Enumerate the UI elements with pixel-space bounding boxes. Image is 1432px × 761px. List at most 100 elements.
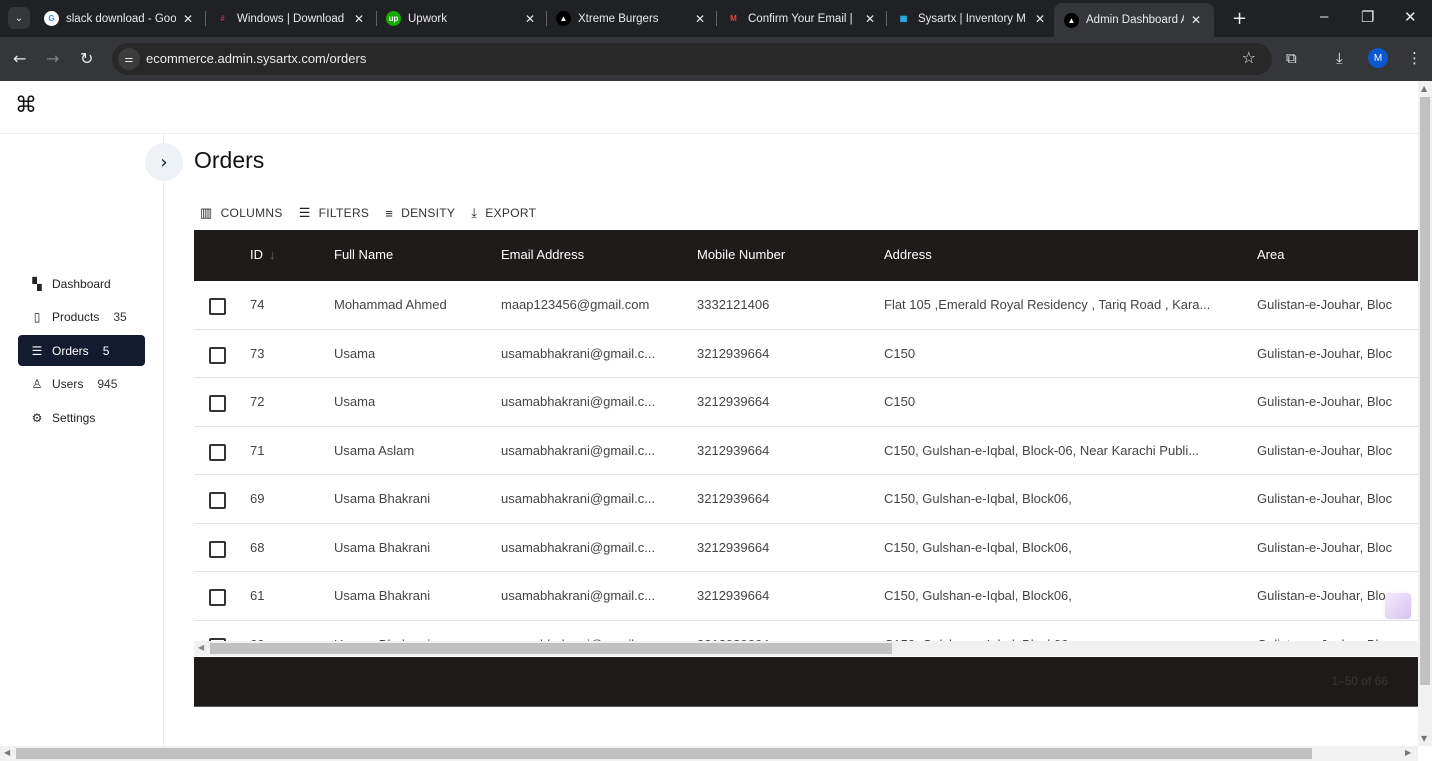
cell-mobile: 3212939664 — [697, 345, 770, 361]
browser-tab[interactable]: ▲ Xtreme Burgers ✕ — [556, 5, 708, 32]
close-tab-icon[interactable]: ✕ — [1188, 13, 1204, 27]
browser-tab[interactable]: Gslack download - Goo ✕ — [44, 5, 196, 32]
column-header-full-name[interactable]: Full Name — [334, 247, 393, 262]
scroll-down-icon[interactable]: ▼ — [1421, 734, 1427, 743]
table-horizontal-scrollbar[interactable]: ◀ — [194, 641, 1418, 656]
back-button[interactable]: ← — [13, 49, 26, 68]
filters-button[interactable]: ☰ FILTERS — [299, 205, 370, 221]
cell-area: Gulistan-e-Jouhar, Bloc — [1257, 491, 1393, 506]
cell-email: usamabhakrani@gmail.c... — [501, 345, 656, 361]
sidebar-toggle-button[interactable]: › — [145, 143, 183, 181]
vertical-scroll-thumb[interactable] — [1420, 97, 1430, 685]
table-scroll-thumb[interactable] — [210, 643, 892, 654]
gmail-icon: M — [730, 14, 737, 23]
table-row[interactable]: 74 Mohammad Ahmed maap123456@gmail.com 3332… — [194, 281, 1418, 330]
close-tab-icon[interactable]: ✕ — [1032, 12, 1048, 26]
close-tab-icon[interactable]: ✕ — [862, 12, 878, 26]
table-row[interactable]: 68 Usama Bhakrani usamabhakrani@gmail.c...… — [194, 524, 1418, 572]
forward-button[interactable]: → — [46, 49, 59, 68]
tab-title: Admin Dashboard Ap — [1086, 14, 1184, 26]
row-checkbox[interactable] — [209, 395, 226, 412]
scroll-up-icon[interactable]: ▲ — [1421, 84, 1427, 93]
sidebar-item-orders[interactable]: ☰ Orders 5 — [18, 335, 145, 367]
scroll-left-icon[interactable]: ◀ — [198, 643, 204, 652]
columns-button[interactable]: ▥ COLUMNS — [200, 205, 283, 221]
cell-mobile: 3212939664 — [697, 442, 770, 458]
app-logo-icon[interactable]: ⌘ — [15, 93, 37, 118]
table-row[interactable]: 61 Usama Bhakrani usamabhakrani@gmail.c...… — [194, 572, 1418, 621]
extensions-icon[interactable]: ⧉ — [1286, 49, 1297, 67]
cell-mobile: 3212939664 — [697, 491, 770, 506]
row-checkbox[interactable] — [209, 443, 226, 461]
browser-tab[interactable]: ▦ Sysartx | Inventory M ✕ — [896, 5, 1048, 32]
cell-email: maap123456@gmail.com — [501, 297, 650, 312]
chevron-right-icon: › — [160, 151, 168, 173]
browser-tab-bar: ⌄ Gslack download - Goo ✕ # Windows | Downl… — [0, 0, 1432, 37]
page-horizontal-scrollbar[interactable]: ◀ ▶ — [0, 746, 1418, 761]
row-checkbox[interactable] — [209, 589, 226, 606]
reload-button[interactable]: ↻ — [80, 49, 93, 68]
table-row[interactable]: 69 Usama Bhakrani usamabhakrani@gmail.c...… — [194, 475, 1418, 524]
sidebar-item-settings[interactable]: ⚙ Settings — [18, 402, 145, 433]
column-header-mobile[interactable]: Mobile Number — [697, 247, 785, 262]
cell-id: 69 — [250, 491, 265, 506]
browser-tab[interactable]: ▲ Admin Dashboard Ap ✕ — [1054, 3, 1214, 37]
density-icon: ≡ — [385, 205, 394, 221]
row-checkbox[interactable] — [209, 540, 226, 558]
row-checkbox[interactable] — [209, 492, 226, 509]
close-tab-icon[interactable]: ✕ — [180, 12, 196, 26]
tab-search-button[interactable]: ⌄ — [8, 7, 30, 29]
restore-button[interactable]: ❐ — [1361, 8, 1374, 26]
table-row[interactable]: 73 Usama usamabhakrani@gmail.c... 321293966… — [194, 330, 1418, 378]
browser-tab[interactable]: up Upwork ✕ — [386, 5, 538, 32]
close-tab-icon[interactable]: ✕ — [351, 12, 367, 26]
row-checkbox[interactable] — [209, 298, 226, 315]
bookmark-star-icon[interactable]: ☆ — [1242, 48, 1256, 67]
download-icon[interactable]: ⤓ — [1336, 49, 1343, 67]
density-button[interactable]: ≡ DENSITY — [385, 205, 455, 221]
triangle-logo-icon: ▲ — [1064, 12, 1079, 28]
cell-full-name: Mohammad Ahmed — [334, 297, 447, 312]
sidebar-item-dashboard[interactable]: ▚ Dashboard — [18, 268, 145, 299]
tab-separator — [886, 11, 887, 26]
new-tab-button[interactable]: + — [1232, 8, 1247, 29]
columns-icon: ▥ — [200, 205, 213, 220]
table-row[interactable]: 72 Usama usamabhakrani@gmail.c... 321293966… — [194, 378, 1418, 427]
export-button[interactable]: ⤓ EXPORT — [471, 205, 536, 221]
browser-menu-icon[interactable]: ⋮ — [1407, 49, 1422, 67]
site-info-icon[interactable]: ⚌ — [118, 48, 140, 70]
sidebar-item-label: Users — [52, 377, 84, 392]
row-checkbox[interactable] — [209, 346, 226, 364]
browser-tab[interactable]: # Windows | Download ✕ — [215, 5, 367, 32]
minimize-button[interactable]: – — [1320, 8, 1328, 25]
export-icon: ⤓ — [471, 205, 478, 220]
sidebar-item-users[interactable]: ♙ Users 945 — [18, 369, 145, 400]
export-label: EXPORT — [485, 206, 537, 220]
page-scroll-left-icon[interactable]: ◀ — [4, 748, 10, 757]
url-text[interactable]: ecommerce.admin.sysartx.com/orders — [146, 51, 366, 66]
sidebar-item-products[interactable]: ▯ Products 35 — [18, 302, 145, 333]
address-bar[interactable]: ⚌ ecommerce.admin.sysartx.com/orders ☆ — [112, 43, 1272, 75]
page-scroll-right-icon[interactable]: ▶ — [1405, 748, 1411, 757]
table-row[interactable]: 71 Usama Aslam usamabhakrani@gmail.c... 321… — [194, 427, 1418, 475]
cell-full-name: Usama Bhakrani — [334, 539, 431, 555]
column-header-address[interactable]: Address — [884, 247, 932, 262]
cell-email: usamabhakrani@gmail.c... — [501, 539, 656, 555]
cell-email: usamabhakrani@gmail.c... — [501, 588, 656, 603]
floating-widget-icon[interactable] — [1385, 593, 1411, 619]
triangle-logo-icon: ▲ — [556, 11, 571, 26]
browser-tab[interactable]: M Confirm Your Email | ✕ — [726, 5, 878, 32]
column-header-id[interactable]: ID ↓ — [250, 247, 276, 262]
sort-desc-icon[interactable]: ↓ — [269, 247, 276, 262]
close-tab-icon[interactable]: ✕ — [692, 12, 708, 26]
cell-email: usamabhakrani@gmail.c... — [501, 394, 656, 409]
cell-full-name: Usama Aslam — [334, 442, 415, 458]
close-tab-icon[interactable]: ✕ — [522, 12, 538, 26]
profile-avatar[interactable]: M — [1368, 48, 1388, 68]
page-vertical-scrollbar[interactable]: ▲ ▼ — [1418, 81, 1432, 746]
column-header-email[interactable]: Email Address — [501, 247, 584, 262]
close-window-button[interactable]: ✕ — [1404, 8, 1417, 26]
column-header-area[interactable]: Area — [1257, 247, 1284, 262]
pagination-info: 1–50 of 66 — [1331, 674, 1388, 688]
page-horizontal-scroll-thumb[interactable] — [16, 748, 1312, 759]
